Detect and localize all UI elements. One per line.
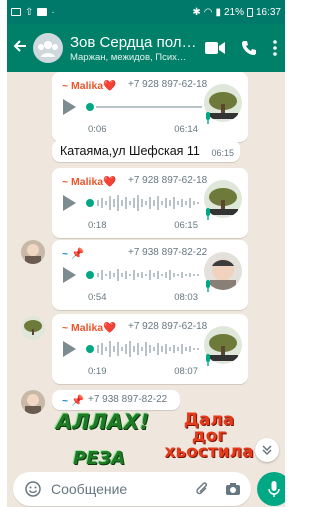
sticker-text-line: АЛЛАХ!: [56, 410, 150, 434]
sticker-dala[interactable]: Дала дог хьостила: [157, 412, 261, 462]
sender-avatar[interactable]: [21, 316, 45, 340]
wifi-icon: ◠: [203, 6, 213, 18]
status-bar: ⇧ · ✱ ◠ ▮ 21% 16:37: [7, 0, 285, 24]
emoji-icon[interactable]: [25, 481, 41, 497]
gallery-notification-icon: [11, 8, 21, 16]
phone-call-icon[interactable]: [241, 40, 257, 56]
waveform[interactable]: [86, 96, 204, 118]
more-vert-icon[interactable]: [273, 40, 277, 56]
camera-icon[interactable]: [225, 482, 241, 496]
waveform[interactable]: [86, 338, 204, 360]
play-icon[interactable]: [63, 195, 76, 211]
sender-name: ~ 📌: [62, 395, 85, 407]
scroll-down-button[interactable]: [255, 438, 279, 462]
youtube-notification-icon: [37, 8, 48, 16]
sender-name: ~ Malika❤️: [62, 322, 117, 334]
attach-icon[interactable]: [195, 481, 209, 497]
group-avatar[interactable]: [33, 33, 63, 63]
sender-phone: +7 938 897-82-22: [88, 394, 168, 405]
sender-phone: +7 938 897-82-22: [128, 247, 208, 258]
upload-notification-icon: ⇧: [25, 6, 34, 18]
voice-message: ~ 📌 +7 938 897-82-22 0:54 08:03: [52, 240, 248, 310]
message-time: 06:15: [174, 220, 198, 231]
voice-duration: 0:06: [88, 124, 107, 135]
clock: 16:37: [255, 6, 281, 18]
battery-icon: [246, 7, 253, 17]
chat-title: Зов Сердца пол…: [70, 33, 197, 51]
message-time: 06:15: [211, 148, 234, 158]
message-time: 08:03: [174, 292, 198, 303]
message-list[interactable]: ~ Malika❤️ +7 928 897-62-18 0:06 06:14 К…: [7, 72, 285, 467]
message-time: 08:07: [174, 366, 198, 377]
play-icon[interactable]: [63, 99, 76, 115]
sender-name: ~ Malika❤️: [62, 80, 117, 92]
chat-screen: ⇧ · ✱ ◠ ▮ 21% 16:37 Зов Сердца пол… Марж…: [7, 0, 285, 507]
sender-phone: +7 928 897-62-18: [128, 321, 208, 332]
group-icon: [38, 41, 58, 57]
mic-icon: [206, 112, 210, 124]
message-time: 06:14: [174, 124, 198, 135]
waveform[interactable]: [86, 192, 204, 214]
sender-phone: +7 928 897-62-18: [128, 79, 208, 90]
mic-icon: [206, 280, 210, 292]
signal-icon: ▮: [215, 6, 221, 18]
voice-message: ~ Malika❤️ +7 928 897-62-18 0:06 06:14: [52, 72, 248, 142]
bluetooth-icon: ✱: [192, 6, 201, 18]
mic-icon: [268, 481, 280, 497]
waveform[interactable]: [86, 264, 204, 286]
voice-message: ~ Malika❤️ +7 928 897-62-18 0:18 06:15: [52, 168, 248, 238]
mic-icon: [206, 354, 210, 366]
sender-name: ~ 📌: [62, 248, 85, 260]
battery-percent: 21%: [223, 6, 244, 18]
message-text: Катаяма,ул Шефская 11: [60, 144, 200, 158]
mic-icon: [206, 208, 210, 220]
voice-message: ~ Malika❤️ +7 928 897-62-18 0:19 08:07: [52, 314, 248, 384]
chat-members: Маржан, межидов, Псих…: [70, 51, 187, 63]
message-input[interactable]: Сообщение: [51, 481, 127, 497]
voice-duration: 0:18: [88, 220, 107, 231]
double-chevron-down-icon: [262, 445, 272, 456]
play-icon[interactable]: [63, 267, 76, 283]
voice-duration: 0:19: [88, 366, 107, 377]
message-composer[interactable]: Сообщение: [13, 472, 251, 506]
sender-avatar[interactable]: [21, 240, 45, 264]
sender-phone: +7 928 897-62-18: [128, 175, 208, 186]
sender-name: ~ Malika❤️: [62, 176, 117, 188]
video-call-icon[interactable]: [205, 41, 225, 55]
chat-title-block[interactable]: Зов Сердца пол… Маржан, межидов, Псих…: [70, 34, 198, 63]
sticker-text-line: хьостила: [164, 442, 254, 462]
sender-avatar[interactable]: [21, 390, 45, 414]
sticker-text-line: РЕЗА: [73, 448, 126, 467]
voice-record-button[interactable]: [257, 472, 285, 506]
arrow-left-icon: [13, 39, 26, 52]
dot-icon: ·: [51, 6, 55, 18]
sticker-header: ~ 📌 +7 938 897-82-22: [52, 390, 180, 410]
text-message: Катаяма,ул Шефская 11 06:15: [52, 140, 240, 162]
voice-duration: 0:54: [88, 292, 107, 303]
back-button[interactable]: [9, 38, 31, 59]
chat-header: Зов Сердца пол… Маржан, межидов, Псих…: [7, 24, 285, 72]
play-icon[interactable]: [63, 341, 76, 357]
